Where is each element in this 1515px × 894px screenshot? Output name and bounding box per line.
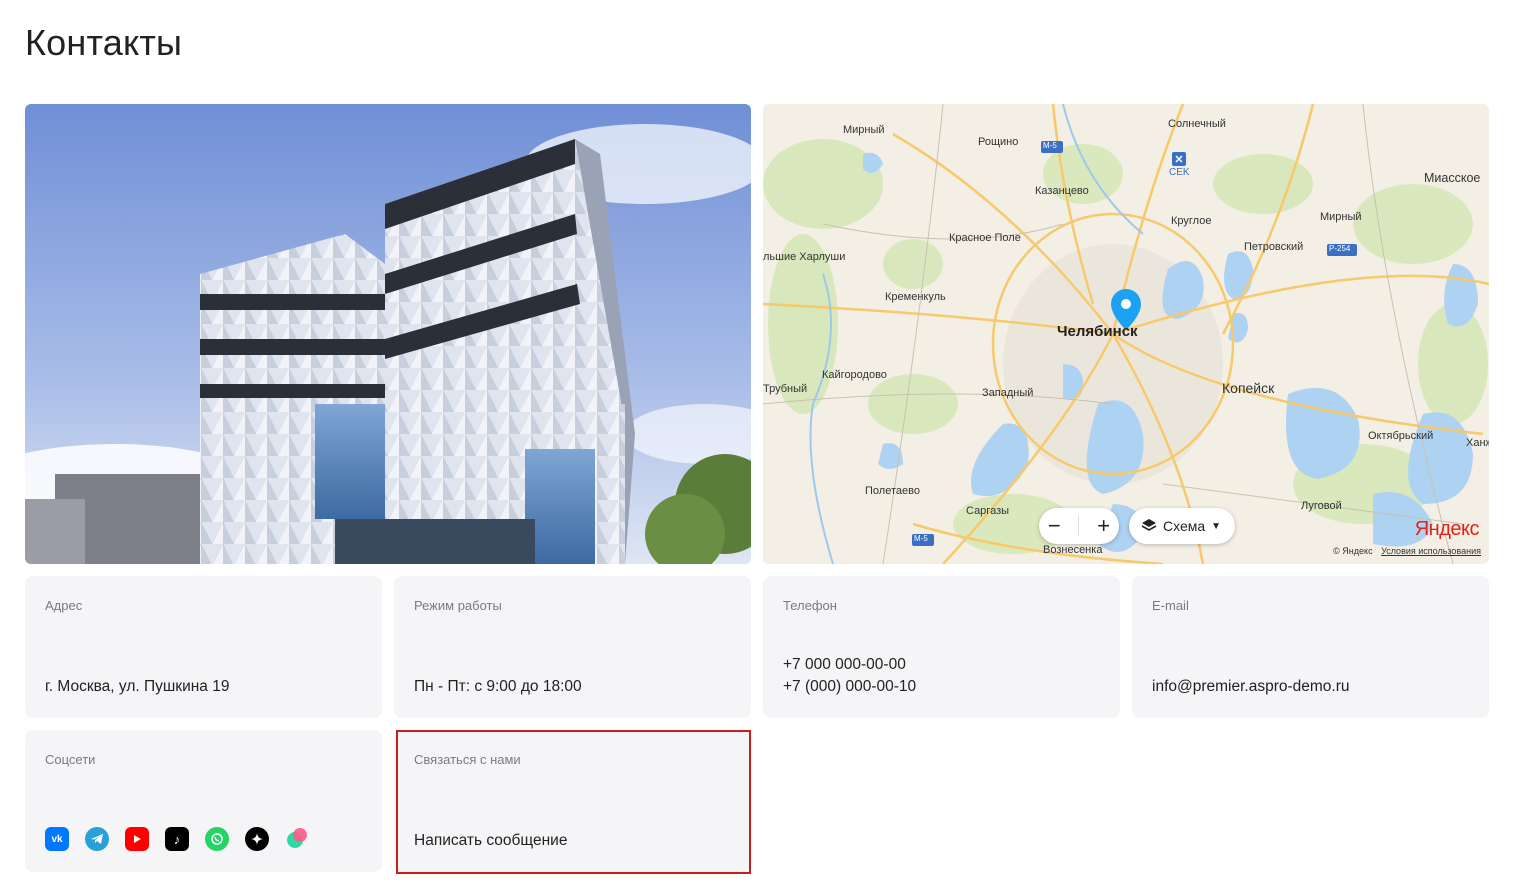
office-building-photo (25, 104, 751, 564)
social-label: Соцсети (45, 752, 96, 767)
map-label: Рощино (978, 136, 1019, 148)
map-label: Петровский (1244, 241, 1304, 253)
telegram-icon[interactable] (85, 827, 109, 851)
map-city-label: Копейск (1222, 380, 1275, 396)
road-badge-label: M-5 (914, 534, 928, 543)
social-links: vk ♪ (45, 827, 309, 851)
map-label: Ханж (1466, 437, 1489, 449)
map-label: Казанцево (1035, 185, 1089, 197)
address-value: г. Москва, ул. Пушкина 19 (45, 678, 230, 695)
map-label: Октябрьский (1368, 430, 1434, 442)
road-badge-label: Р-254 (1329, 244, 1351, 253)
map-copyright: © Яндекс Условия использования (1333, 546, 1481, 556)
map-label: Трубный (763, 383, 808, 395)
zen-icon[interactable] (245, 827, 269, 851)
map-layer-label: Схема (1163, 518, 1206, 534)
zoom-out-button[interactable]: − (1048, 513, 1061, 539)
phone-link[interactable]: +7 000 000-00-00 (783, 654, 906, 676)
tiktok-icon[interactable]: ♪ (165, 827, 189, 851)
map-label: CEK (1169, 167, 1190, 178)
map-label: Солнечный (1168, 118, 1226, 130)
map-layer-button[interactable]: Схема ▼ (1129, 508, 1235, 544)
address-card: Адрес г. Москва, ул. Пушкина 19 (25, 576, 382, 718)
phone-card: Телефон +7 000 000-00-00 +7 (000) 000-00… (763, 576, 1120, 718)
map-label: Мирный (843, 124, 885, 136)
map-label: Кременкуль (885, 291, 946, 303)
yandex-logo: Яндекс (1414, 518, 1480, 540)
map-label: Миасское (1424, 171, 1481, 185)
page-title: Контакты (25, 22, 183, 63)
write-message-link[interactable]: Написать сообщение (414, 830, 567, 852)
email-link[interactable]: info@premier.aspro-demo.ru (1152, 676, 1350, 698)
vk-icon[interactable]: vk (45, 827, 69, 851)
hours-label: Режим работы (414, 598, 502, 613)
map-label: Кайгородово (822, 369, 887, 381)
youtube-icon[interactable] (125, 827, 149, 851)
road-badge-label: M-5 (1043, 141, 1057, 150)
map-label: льшие Харлуши (763, 251, 846, 263)
whatsapp-icon[interactable] (205, 827, 229, 851)
map-city-label: Челябинск (1057, 323, 1138, 340)
address-label: Адрес (45, 598, 83, 613)
chevron-down-icon: ▼ (1211, 520, 1222, 532)
map-label: Луговой (1301, 500, 1342, 512)
email-card: E-mail info@premier.aspro-demo.ru (1132, 576, 1489, 718)
hours-value: Пн - Пт: с 9:00 до 18:00 (414, 678, 582, 695)
contact-us-card[interactable]: Связаться с нами Написать сообщение (394, 730, 751, 872)
social-card: Соцсети vk ♪ (25, 730, 382, 872)
map-label: Мирный (1320, 211, 1362, 223)
map-terms-link[interactable]: Условия использования (1381, 546, 1481, 556)
email-label: E-mail (1152, 598, 1189, 613)
contact-us-label: Связаться с нами (414, 752, 521, 767)
yandex-messenger-icon[interactable] (285, 827, 309, 851)
hours-card: Режим работы Пн - Пт: с 9:00 до 18:00 (394, 576, 751, 718)
layers-icon (1141, 517, 1157, 536)
zoom-in-button[interactable]: + (1097, 513, 1110, 539)
map-copyright-text: © Яндекс (1333, 546, 1373, 556)
phone-link[interactable]: +7 (000) 000-00-10 (783, 676, 916, 698)
map-label: Полетаево (865, 485, 920, 497)
map-zoom-control: − + (1039, 508, 1119, 544)
yandex-map[interactable]: Мирный Рощино Солнечный M-5 CEK Миасское… (763, 104, 1489, 564)
map-label: Красное Поле (949, 232, 1021, 244)
map-label: Вознесенка (1043, 544, 1103, 556)
map-label: Западный (982, 387, 1034, 399)
map-label: Саргазы (966, 505, 1010, 517)
phone-label: Телефон (783, 598, 837, 613)
map-label: Круглое (1171, 215, 1212, 227)
